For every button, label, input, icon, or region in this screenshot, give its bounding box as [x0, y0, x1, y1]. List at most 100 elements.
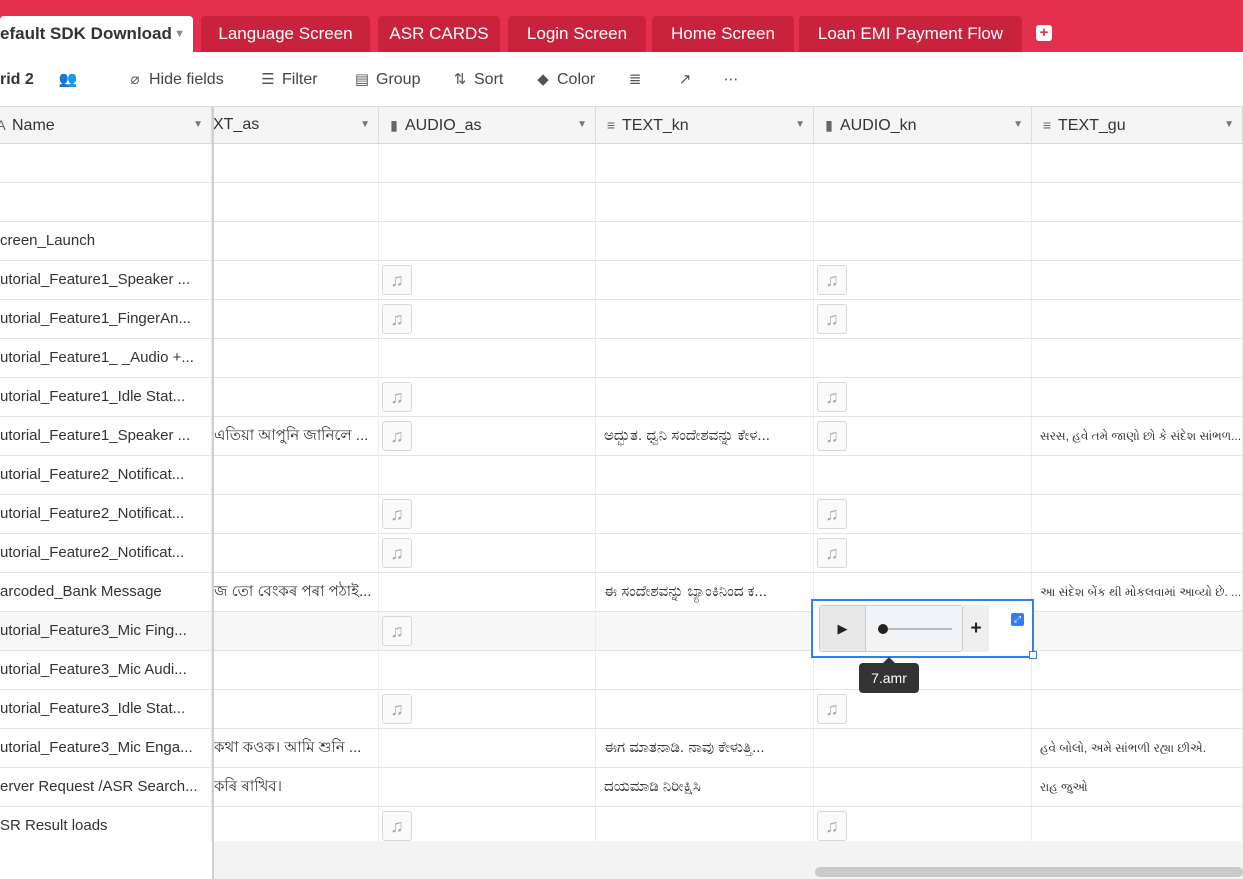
cell-name[interactable]: utorial_Feature3_Mic Audi...	[0, 651, 212, 689]
fill-handle[interactable]	[1029, 651, 1037, 659]
table-row[interactable]: utorial_Feature1_FingerAn... ♫ ♫	[0, 300, 1243, 339]
cell-text-kn[interactable]	[596, 534, 814, 572]
audio-attachment-icon[interactable]: ♫	[817, 382, 847, 412]
tab-language-screen[interactable]: Language Screen	[201, 16, 370, 52]
cell-name[interactable]: utorial_Feature1_ _Audio +...	[0, 339, 212, 377]
audio-attachment-icon[interactable]: ♫	[382, 694, 412, 724]
cell-name[interactable]: utorial_Feature2_Notificat...	[0, 495, 212, 533]
cell-text-gu[interactable]	[1032, 183, 1243, 221]
table-row[interactable]: utorial_Feature1_Idle Stat... ♫ ♫	[0, 378, 1243, 417]
cell-audio-kn[interactable]	[814, 768, 1032, 806]
tab-home-screen[interactable]: Home Screen	[652, 16, 794, 52]
cell-name[interactable]: utorial_Feature1_Speaker ...	[0, 261, 212, 299]
horizontal-scrollbar[interactable]	[815, 867, 1243, 877]
cell-audio-as[interactable]: ♫	[379, 612, 596, 650]
cell-audio-as[interactable]: ♫	[379, 495, 596, 533]
cell-text-as[interactable]: জ তো বেংকৰ পৰা পঠাই...	[213, 573, 379, 611]
audio-attachment-icon[interactable]: ♫	[382, 265, 412, 295]
cell-audio-as[interactable]: ♫	[379, 417, 596, 455]
cell-text-as[interactable]	[213, 690, 379, 728]
play-icon[interactable]: ▶	[820, 606, 866, 651]
table-row[interactable]: utorial_Feature3_Mic Enga... কথা কওক। আমি…	[0, 729, 1243, 768]
cell-text-gu[interactable]: હવે બોલો, અમે સાંભળી રહ્યા છીએ.	[1032, 729, 1243, 767]
chevron-down-icon[interactable]: ▼	[795, 107, 805, 143]
cell-text-gu[interactable]	[1032, 690, 1243, 728]
collaborators-icon[interactable]: 👥	[58, 69, 82, 91]
cell-text-kn[interactable]	[596, 495, 814, 533]
cell-audio-as[interactable]: ♫	[379, 300, 596, 338]
cell-audio-kn[interactable]: ♫	[814, 300, 1032, 338]
col-header-audio-as[interactable]: ▮ AUDIO_as ▼	[379, 107, 596, 144]
cell-audio-as[interactable]	[379, 729, 596, 767]
cell-audio-as[interactable]: ♫	[379, 261, 596, 299]
cell-audio-kn[interactable]	[814, 729, 1032, 767]
cell-text-gu[interactable]	[1032, 300, 1243, 338]
table-row[interactable]: utorial_Feature1_Speaker ... ♫ ♫	[0, 261, 1243, 300]
cell-text-gu[interactable]	[1032, 261, 1243, 299]
cell-text-as[interactable]	[213, 339, 379, 377]
cell-text-kn[interactable]	[596, 690, 814, 728]
audio-attachment-icon[interactable]: ♫	[817, 811, 847, 841]
view-name[interactable]: rid 2	[0, 69, 34, 91]
cell-audio-kn[interactable]	[814, 456, 1032, 494]
cell-text-kn[interactable]: ದಯಮಾಡಿ ನಿರೀಕ್ಷಿಸಿ	[596, 768, 814, 806]
cell-text-as[interactable]	[213, 495, 379, 533]
table-row[interactable]	[0, 183, 1243, 222]
cell-audio-kn[interactable]: ♫	[814, 495, 1032, 533]
cell-text-gu[interactable]	[1032, 144, 1243, 182]
cell-name[interactable]: utorial_Feature3_Mic Fing...	[0, 612, 212, 650]
col-header-name[interactable]: AName ▼	[0, 107, 212, 144]
cell-name[interactable]: arcoded_Bank Message	[0, 573, 212, 611]
audio-attachment-icon[interactable]: ♫	[817, 538, 847, 568]
audio-attachment-icon[interactable]: ♫	[382, 304, 412, 334]
table-row[interactable]: utorial_Feature1_ _Audio +...	[0, 339, 1243, 378]
cell-text-gu[interactable]	[1032, 339, 1243, 377]
audio-attachment-icon[interactable]: ♫	[817, 265, 847, 295]
table-row[interactable]: utorial_Feature3_Mic Fing... ♫	[0, 612, 1243, 651]
audio-cell-editor[interactable]: ▶ + ⤢	[811, 599, 1037, 659]
plus-icon[interactable]: +	[963, 605, 989, 652]
audio-attachment-icon[interactable]: ♫	[382, 421, 412, 451]
cell-name[interactable]: utorial_Feature2_Notificat...	[0, 456, 212, 494]
tab-login-screen[interactable]: Login Screen	[508, 16, 646, 52]
audio-attachment-icon[interactable]: ♫	[382, 499, 412, 529]
add-table-icon[interactable]: +	[1036, 25, 1052, 41]
cell-name[interactable]: SR Result loads	[0, 807, 212, 845]
table-row[interactable]: utorial_Feature2_Notificat... ♫ ♫	[0, 534, 1243, 573]
cell-text-gu[interactable]	[1032, 378, 1243, 416]
audio-attachment-icon[interactable]: ♫	[817, 499, 847, 529]
table-row[interactable]: utorial_Feature2_Notificat...	[0, 456, 1243, 495]
cell-text-as[interactable]	[213, 261, 379, 299]
cell-text-as[interactable]: এতিয়া আপুনি জানিলে ...	[213, 417, 379, 455]
cell-text-as[interactable]: কৰি ৰাখিব।	[213, 768, 379, 806]
cell-name[interactable]: utorial_Feature1_Speaker ...	[0, 417, 212, 455]
cell-text-kn[interactable]: ಅದ್ಭುತ. ಧ್ವನಿ ಸಂದೇಶವನ್ನು ಕೇಳ...	[596, 417, 814, 455]
cell-text-as[interactable]	[213, 534, 379, 572]
cell-text-kn[interactable]	[596, 612, 814, 650]
table-row[interactable]: utorial_Feature2_Notificat... ♫ ♫	[0, 495, 1243, 534]
cell-text-as[interactable]	[213, 222, 379, 260]
tab-asr-cards[interactable]: ASR CARDS	[378, 16, 500, 52]
cell-audio-kn[interactable]: ♫	[814, 534, 1032, 572]
audio-attachment-icon[interactable]: ♫	[382, 538, 412, 568]
cell-name[interactable]: utorial_Feature2_Notificat...	[0, 534, 212, 572]
cell-text-as[interactable]	[213, 612, 379, 650]
cell-text-kn[interactable]	[596, 339, 814, 377]
cell-text-kn[interactable]	[596, 183, 814, 221]
cell-text-kn[interactable]	[596, 378, 814, 416]
cell-text-as[interactable]	[213, 378, 379, 416]
cell-text-gu[interactable]	[1032, 456, 1243, 494]
hide-fields-button[interactable]: ⌀ Hide fields	[125, 69, 223, 91]
cell-text-gu[interactable]	[1032, 222, 1243, 260]
cell-text-kn[interactable]: ಈ ಸಂದೇಶವನ್ನು ಬ್ಯಾಂಕಿನಿಂದ ಕ...	[596, 573, 814, 611]
sort-button[interactable]: ⇅ Sort	[450, 69, 504, 91]
audio-attachment-icon[interactable]: ♫	[817, 421, 847, 451]
col-header-text-gu[interactable]: ≡ TEXT_gu ▼	[1032, 107, 1243, 144]
cell-text-kn[interactable]: ಈಗ ಮಾತನಾಡಿ. ನಾವು ಕೇಳುತ್ತಿ...	[596, 729, 814, 767]
cell-audio-kn[interactable]: ♫	[814, 417, 1032, 455]
cell-text-kn[interactable]	[596, 651, 814, 689]
cell-name[interactable]	[0, 183, 212, 221]
cell-audio-as[interactable]: ♫	[379, 378, 596, 416]
table-row[interactable]: utorial_Feature1_Speaker ... এতিয়া আপুনি…	[0, 417, 1243, 456]
row-height-icon[interactable]: ≣	[625, 69, 649, 91]
